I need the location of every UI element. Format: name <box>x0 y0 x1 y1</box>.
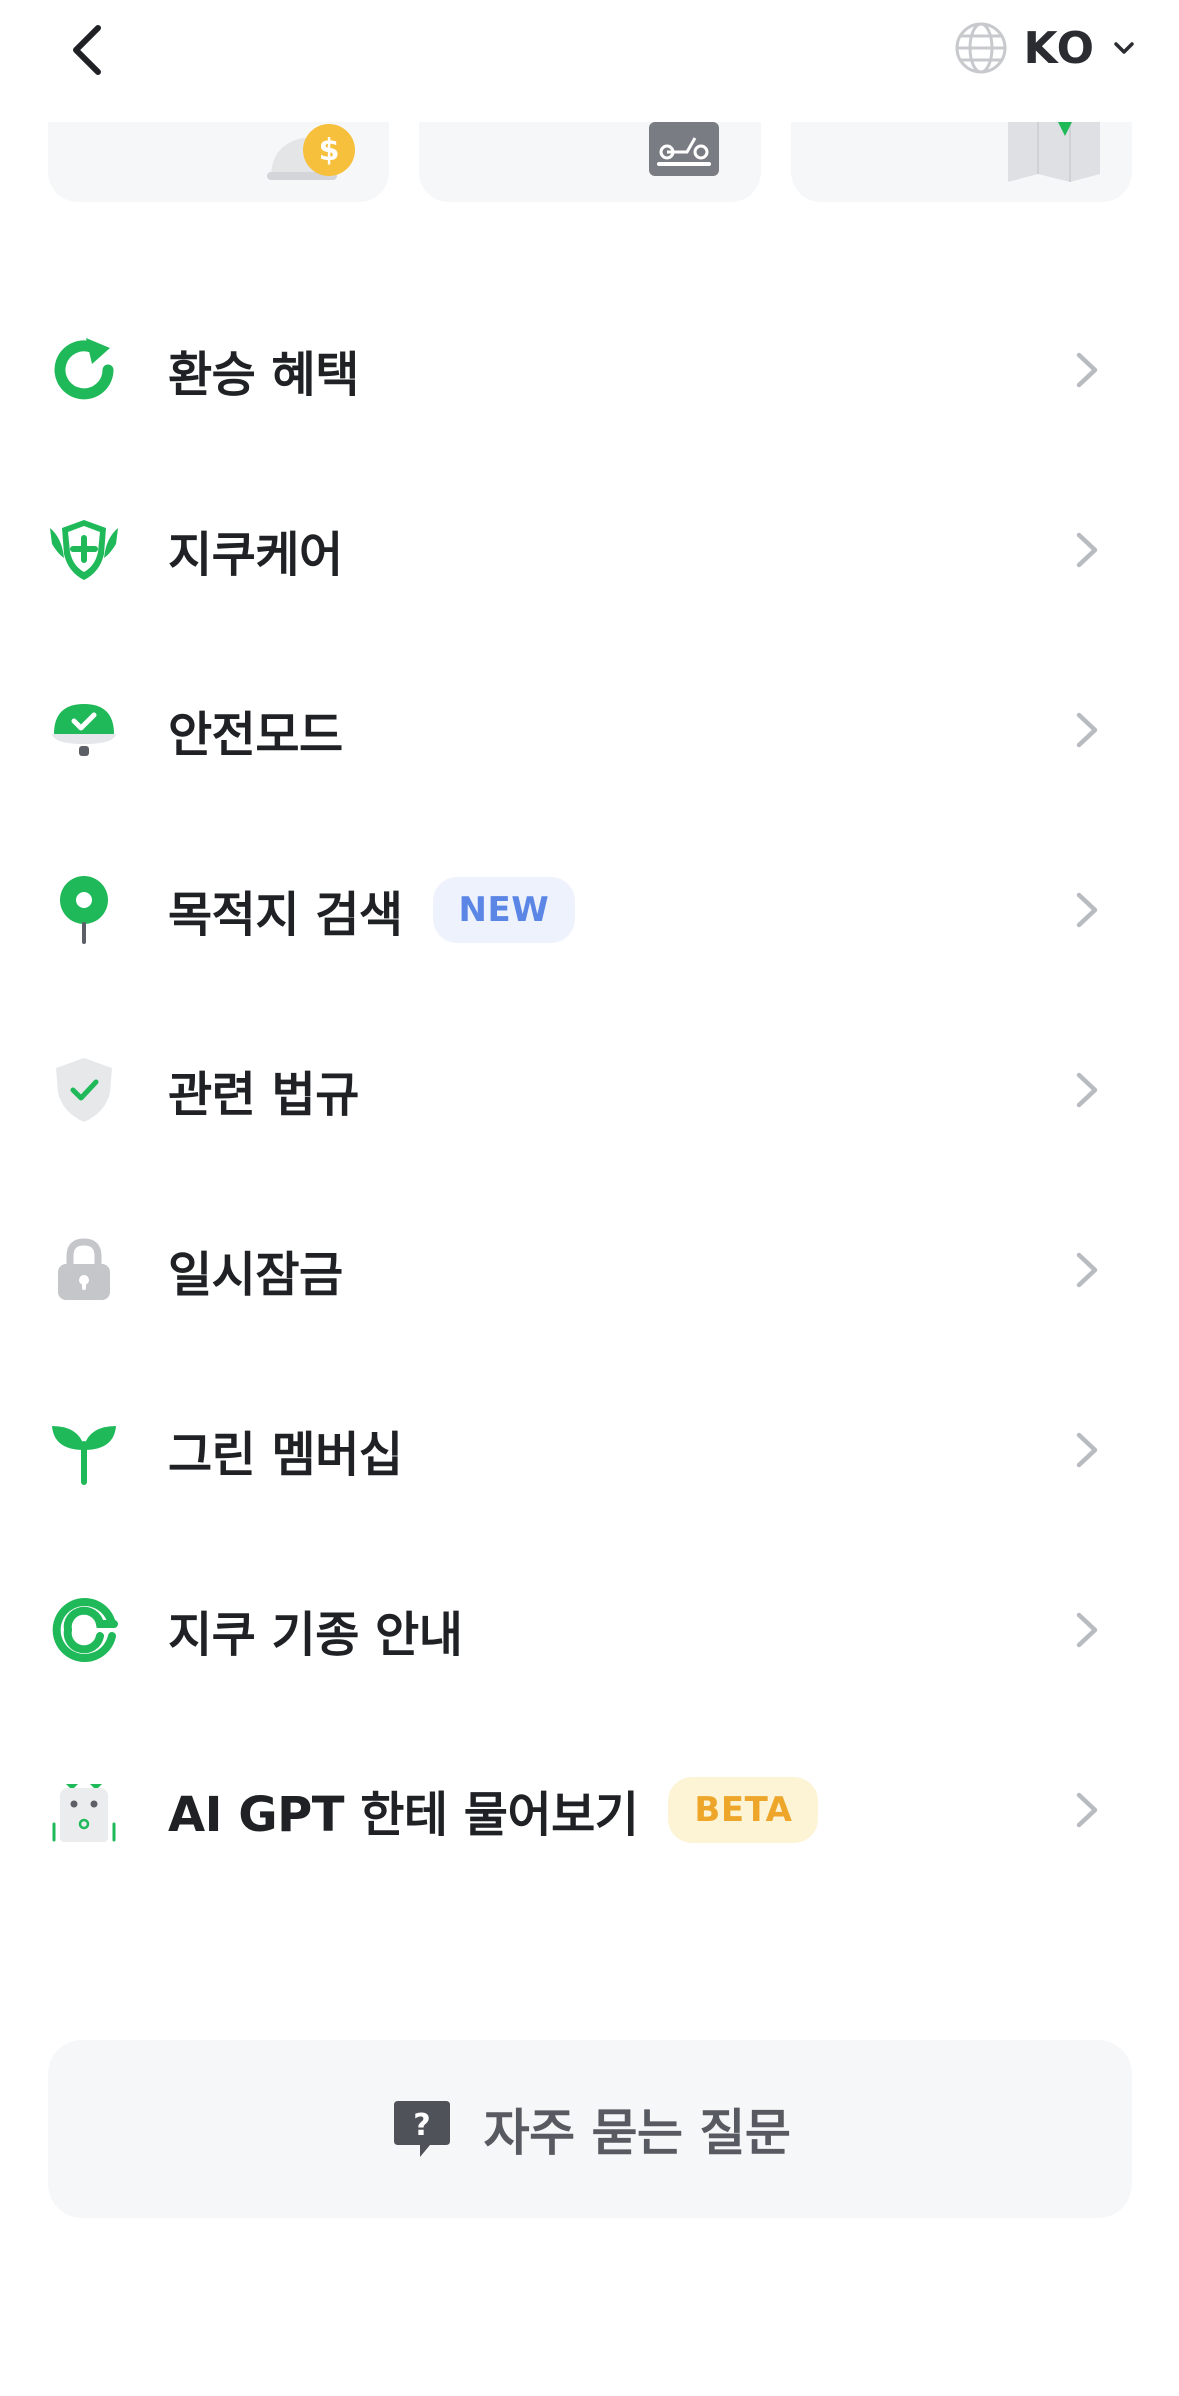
svg-text:$: $ <box>319 133 340 168</box>
menu-item-label: 그린 멤버십 <box>168 1427 403 1483</box>
helmet-coin-icon: $ <box>265 114 357 186</box>
chevron-right-icon <box>1059 1243 1113 1297</box>
chevron-right-icon <box>1059 883 1113 937</box>
menu-item-safety-mode[interactable]: 안전모드 <box>0 640 1179 820</box>
menu-item-label: 안전모드 <box>168 707 343 763</box>
header: KO <box>0 0 1179 122</box>
menu-item-temporary-lock[interactable]: 일시잠금 <box>0 1180 1179 1360</box>
menu-item-destination-search[interactable]: 목적지 검색 NEW <box>0 820 1179 1000</box>
back-button[interactable] <box>52 10 132 90</box>
sprout-icon <box>48 1414 120 1486</box>
menu-item-ai-gpt[interactable]: AI GPT 한테 물어보기 BETA <box>0 1720 1179 1900</box>
language-selector[interactable]: KO <box>953 12 1139 84</box>
menu-item-label: AI GPT 한테 물어보기 <box>168 1787 639 1843</box>
menu-list: 환승 혜택 지쿠케어 안전모드 목적지 검색 NEW 관련 법규 일시잠금 그린… <box>0 280 1179 1900</box>
robot-icon <box>48 1774 120 1846</box>
helmet-check-icon <box>48 694 120 766</box>
chevron-right-icon <box>1059 1783 1113 1837</box>
menu-item-label: 관련 법규 <box>168 1067 359 1123</box>
chevron-right-icon <box>1059 523 1113 577</box>
chevron-right-icon <box>1059 1423 1113 1477</box>
chevron-right-icon <box>1059 1603 1113 1657</box>
chevron-right-icon <box>1059 343 1113 397</box>
menu-item-gcoo-care[interactable]: 지쿠케어 <box>0 460 1179 640</box>
lock-icon <box>48 1234 120 1306</box>
location-pin-icon <box>48 874 120 946</box>
chevron-right-icon <box>1059 703 1113 757</box>
faq-button[interactable]: ? 자주 묻는 질문 <box>48 2040 1132 2218</box>
menu-item-green-membership[interactable]: 그린 멤버십 <box>0 1360 1179 1540</box>
beta-badge: BETA <box>668 1777 819 1843</box>
question-bubble-icon: ? <box>390 2097 454 2161</box>
chevron-right-icon <box>1059 1063 1113 1117</box>
svg-text:?: ? <box>413 2108 430 2143</box>
menu-item-regulations[interactable]: 관련 법규 <box>0 1000 1179 1180</box>
chevron-down-icon <box>1109 33 1139 63</box>
scooter-card-icon <box>647 116 721 180</box>
screen: $ KO 환승 혜택 지쿠케어 안전모드 목적지 검색 NEW 관련 법규 일시… <box>0 0 1179 2396</box>
language-code: KO <box>1023 22 1095 74</box>
menu-item-label: 지쿠케어 <box>168 527 343 583</box>
menu-item-label: 지쿠 기종 안내 <box>168 1607 463 1663</box>
chevron-left-icon <box>73 25 101 75</box>
refresh-arrow-icon <box>48 334 120 406</box>
menu-item-model-guide[interactable]: 지쿠 기종 안내 <box>0 1540 1179 1720</box>
menu-item-transfer-benefit[interactable]: 환승 혜택 <box>0 280 1179 460</box>
gcoo-logo-icon <box>48 1594 120 1666</box>
faq-label: 자주 묻는 질문 <box>483 2104 791 2162</box>
menu-item-label: 일시잠금 <box>168 1247 343 1303</box>
map-pin-icon <box>1006 112 1102 184</box>
globe-icon <box>953 20 1009 76</box>
menu-item-label: 환승 혜택 <box>168 347 359 403</box>
menu-item-label: 목적지 검색 <box>168 887 403 943</box>
shield-check-icon <box>48 1054 120 1126</box>
shield-plus-icon <box>48 514 120 586</box>
new-badge: NEW <box>432 877 576 943</box>
